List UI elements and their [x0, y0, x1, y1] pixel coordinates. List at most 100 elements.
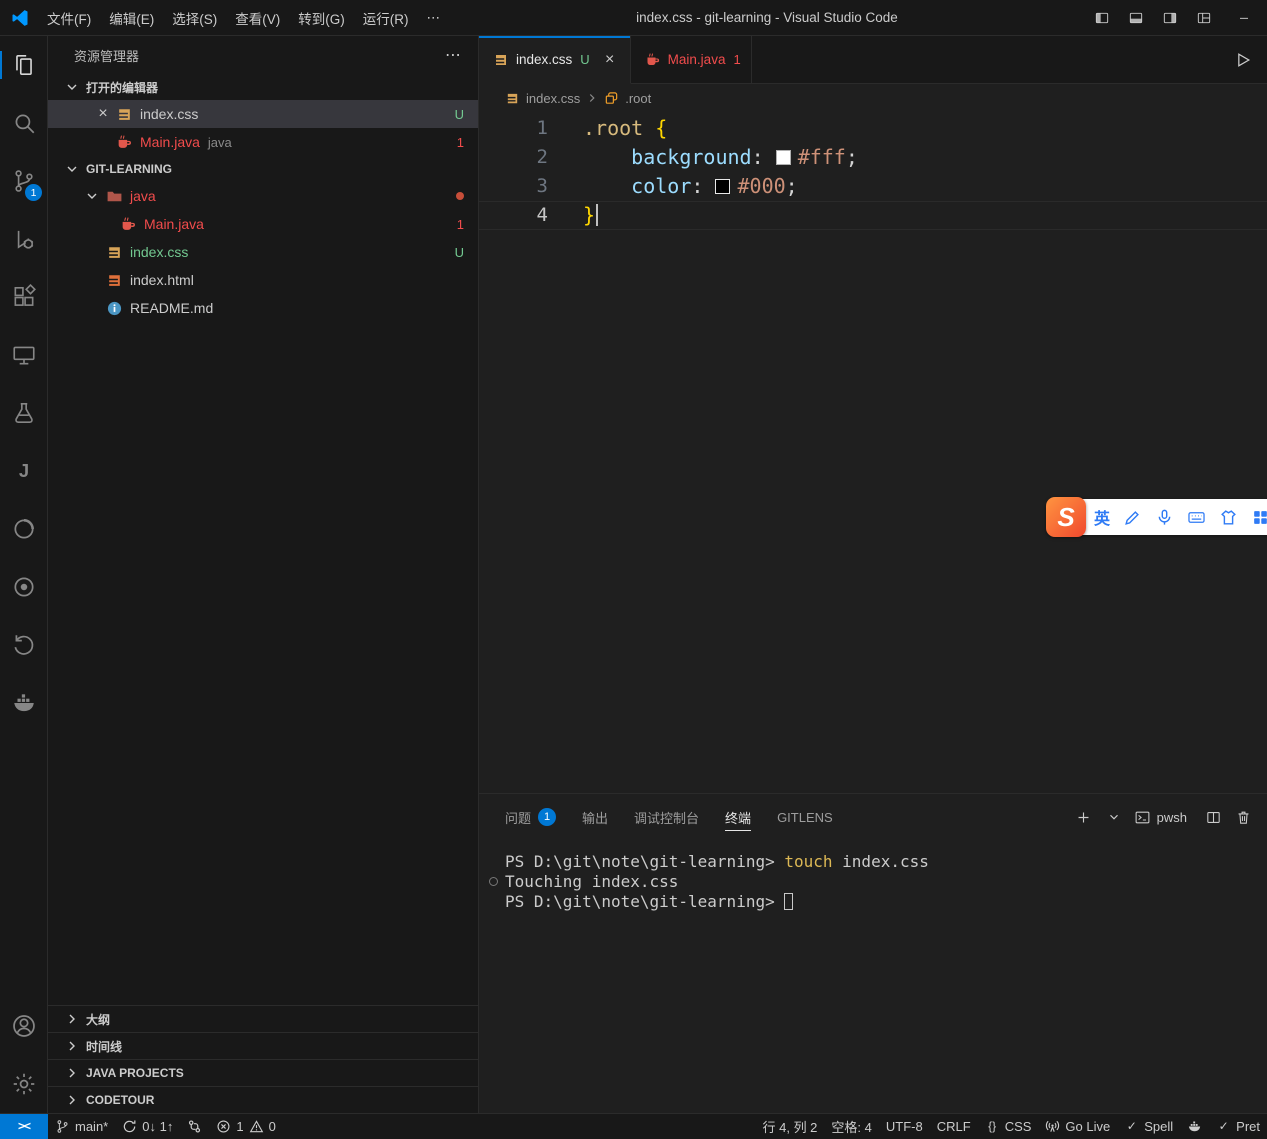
panel-tab-label: GITLENS [777, 810, 833, 825]
menu-item-选择(S)[interactable]: 选择(S) [163, 8, 226, 28]
menu-item-编辑(E)[interactable]: 编辑(E) [100, 8, 163, 28]
status-eol[interactable]: CRLF [930, 1114, 978, 1139]
tree-item-index.html[interactable]: index.html [48, 266, 478, 294]
open-editors-list: ×index.cssUMain.javajava1 [48, 100, 478, 156]
tree-item-java[interactable]: java [48, 182, 478, 210]
activity-run-debug[interactable] [0, 210, 47, 268]
code-editor[interactable]: 1.root {2 background: #fff;3 color: #000… [479, 112, 1267, 793]
close-icon[interactable]: × [92, 103, 114, 125]
voice-input-icon[interactable] [1155, 508, 1174, 527]
minimize-icon [1236, 10, 1252, 26]
code-line-4[interactable]: 4} [479, 201, 1267, 230]
code-line-2[interactable]: 2 background: #fff; [479, 143, 1267, 172]
panel-tab-GITLENS[interactable]: GITLENS [777, 794, 833, 840]
activity-explorer[interactable] [0, 36, 47, 94]
open-editor-index.css[interactable]: ×index.cssU [48, 100, 478, 128]
activity-java[interactable]: J [0, 442, 47, 500]
customize-layout-button[interactable] [1187, 0, 1221, 35]
menu-item-运行(R)[interactable]: 运行(R) [354, 8, 418, 28]
activity-settings[interactable] [0, 1055, 47, 1113]
accounts-icon [11, 1013, 37, 1039]
ime-toolbar[interactable]: S 英 [1046, 497, 1267, 537]
status-docker[interactable] [1180, 1114, 1209, 1139]
color-swatch[interactable] [776, 150, 791, 165]
project-header[interactable]: GIT-LEARNING [48, 156, 478, 182]
activity-search[interactable] [0, 94, 47, 152]
menu-item-转到(G)[interactable]: 转到(G) [289, 8, 354, 28]
run-file-button[interactable] [1233, 50, 1253, 70]
status-indentation[interactable]: 空格: 4 [824, 1114, 878, 1139]
breadcrumb-symbol[interactable]: .root [625, 91, 651, 106]
menu-bar: 文件(F)编辑(E)选择(S)查看(V)转到(G)运行(R)⋯ [38, 0, 449, 35]
tree-item-Main.java[interactable]: Main.java1 [48, 210, 478, 238]
color-swatch[interactable] [715, 179, 730, 194]
menu-item-文件(F)[interactable]: 文件(F) [38, 8, 100, 28]
breadcrumb[interactable]: index.css .root [479, 84, 1267, 112]
terminal-tab-pwsh[interactable]: pwsh [1134, 809, 1187, 826]
tab-index.css[interactable]: index.cssU× [479, 36, 631, 84]
status-cursor-position[interactable]: 行 4, 列 2 [756, 1114, 825, 1139]
status-git-branch[interactable]: main* [48, 1114, 115, 1139]
status-language-mode[interactable]: {}CSS [978, 1114, 1039, 1139]
panel-tab-终端[interactable]: 终端 [725, 794, 751, 840]
status-scm-graph[interactable] [180, 1114, 209, 1139]
panel-tab-输出[interactable]: 输出 [582, 794, 608, 840]
kill-terminal-button[interactable] [1231, 805, 1255, 829]
toggle-secondary-sidebar-button[interactable] [1153, 0, 1187, 35]
new-terminal-button[interactable] [1072, 805, 1096, 829]
ime-language-toggle[interactable]: 英 [1094, 505, 1110, 529]
breadcrumb-file[interactable]: index.css [526, 91, 580, 106]
status-problems[interactable]: 10 [209, 1114, 282, 1139]
section-大纲[interactable]: 大纲 [48, 1005, 478, 1032]
toggle-primary-sidebar-button[interactable] [1085, 0, 1119, 35]
virtual-keyboard-icon[interactable] [1187, 508, 1206, 527]
skin-icon[interactable] [1219, 508, 1238, 527]
menu-item-查看(V)[interactable]: 查看(V) [226, 8, 289, 28]
section-CODETOUR[interactable]: CODETOUR [48, 1086, 478, 1113]
status-prettier[interactable]: ✓Pret [1209, 1114, 1267, 1139]
panel-tab-问题[interactable]: 问题1 [505, 794, 556, 840]
open-editor-Main.java[interactable]: Main.javajava1 [48, 128, 478, 156]
panel-tab-调试控制台[interactable]: 调试控制台 [634, 794, 699, 840]
activity-testing[interactable] [0, 384, 47, 442]
status-remote-indicator[interactable]: >< [0, 1114, 48, 1139]
status-spell-checker[interactable]: ✓Spell [1117, 1114, 1180, 1139]
activity-timeline[interactable] [0, 616, 47, 674]
split-terminal-button[interactable] [1201, 805, 1225, 829]
status-encoding[interactable]: UTF-8 [879, 1114, 930, 1139]
tab-Main.java[interactable]: Main.java1 [631, 36, 752, 83]
sogou-logo[interactable]: S [1046, 497, 1086, 537]
problems-badge: 1 [538, 808, 556, 826]
command-decoration[interactable] [489, 877, 498, 886]
code-line-1[interactable]: 1.root { [479, 114, 1267, 143]
code-line-3[interactable]: 3 color: #000; [479, 172, 1267, 201]
tree-item-README.md[interactable]: README.md [48, 294, 478, 322]
activity-accounts[interactable] [0, 997, 47, 1055]
activity-gradle[interactable] [0, 500, 47, 558]
open-editors-header[interactable]: 打开的编辑器 [48, 74, 478, 100]
minimize-button[interactable] [1221, 0, 1267, 35]
activity-remote-explorer[interactable] [0, 326, 47, 384]
title-bar: 文件(F)编辑(E)选择(S)查看(V)转到(G)运行(R)⋯ index.cs… [0, 0, 1267, 36]
more-actions-button[interactable]: ⋯ [442, 44, 464, 66]
tree-item-index.css[interactable]: index.cssU [48, 238, 478, 266]
chevron-down-icon [1107, 810, 1121, 824]
status-go-live[interactable]: Go Live [1038, 1114, 1117, 1139]
toolbox-icon[interactable] [1251, 508, 1267, 527]
terminal-profile-dropdown[interactable] [1102, 805, 1126, 829]
docker-icon [11, 690, 37, 716]
close-icon[interactable]: × [600, 50, 620, 70]
css-file-icon [505, 91, 520, 106]
handwriting-icon[interactable] [1123, 508, 1142, 527]
section-JAVA PROJECTS[interactable]: JAVA PROJECTS [48, 1059, 478, 1086]
status-sync-changes[interactable]: 0↓ 1↑ [115, 1114, 180, 1139]
section-时间线[interactable]: 时间线 [48, 1032, 478, 1059]
menu-item-⋯[interactable]: ⋯ [418, 10, 450, 26]
check-icon: ✓ [1216, 1119, 1231, 1134]
activity-screencast[interactable] [0, 558, 47, 616]
activity-docker[interactable] [0, 674, 47, 732]
activity-extensions[interactable] [0, 268, 47, 326]
activity-source-control[interactable]: 1 [0, 152, 47, 210]
terminal[interactable]: PS D:\git\note\git-learning> touch index… [479, 840, 1267, 1113]
toggle-panel-button[interactable] [1119, 0, 1153, 35]
